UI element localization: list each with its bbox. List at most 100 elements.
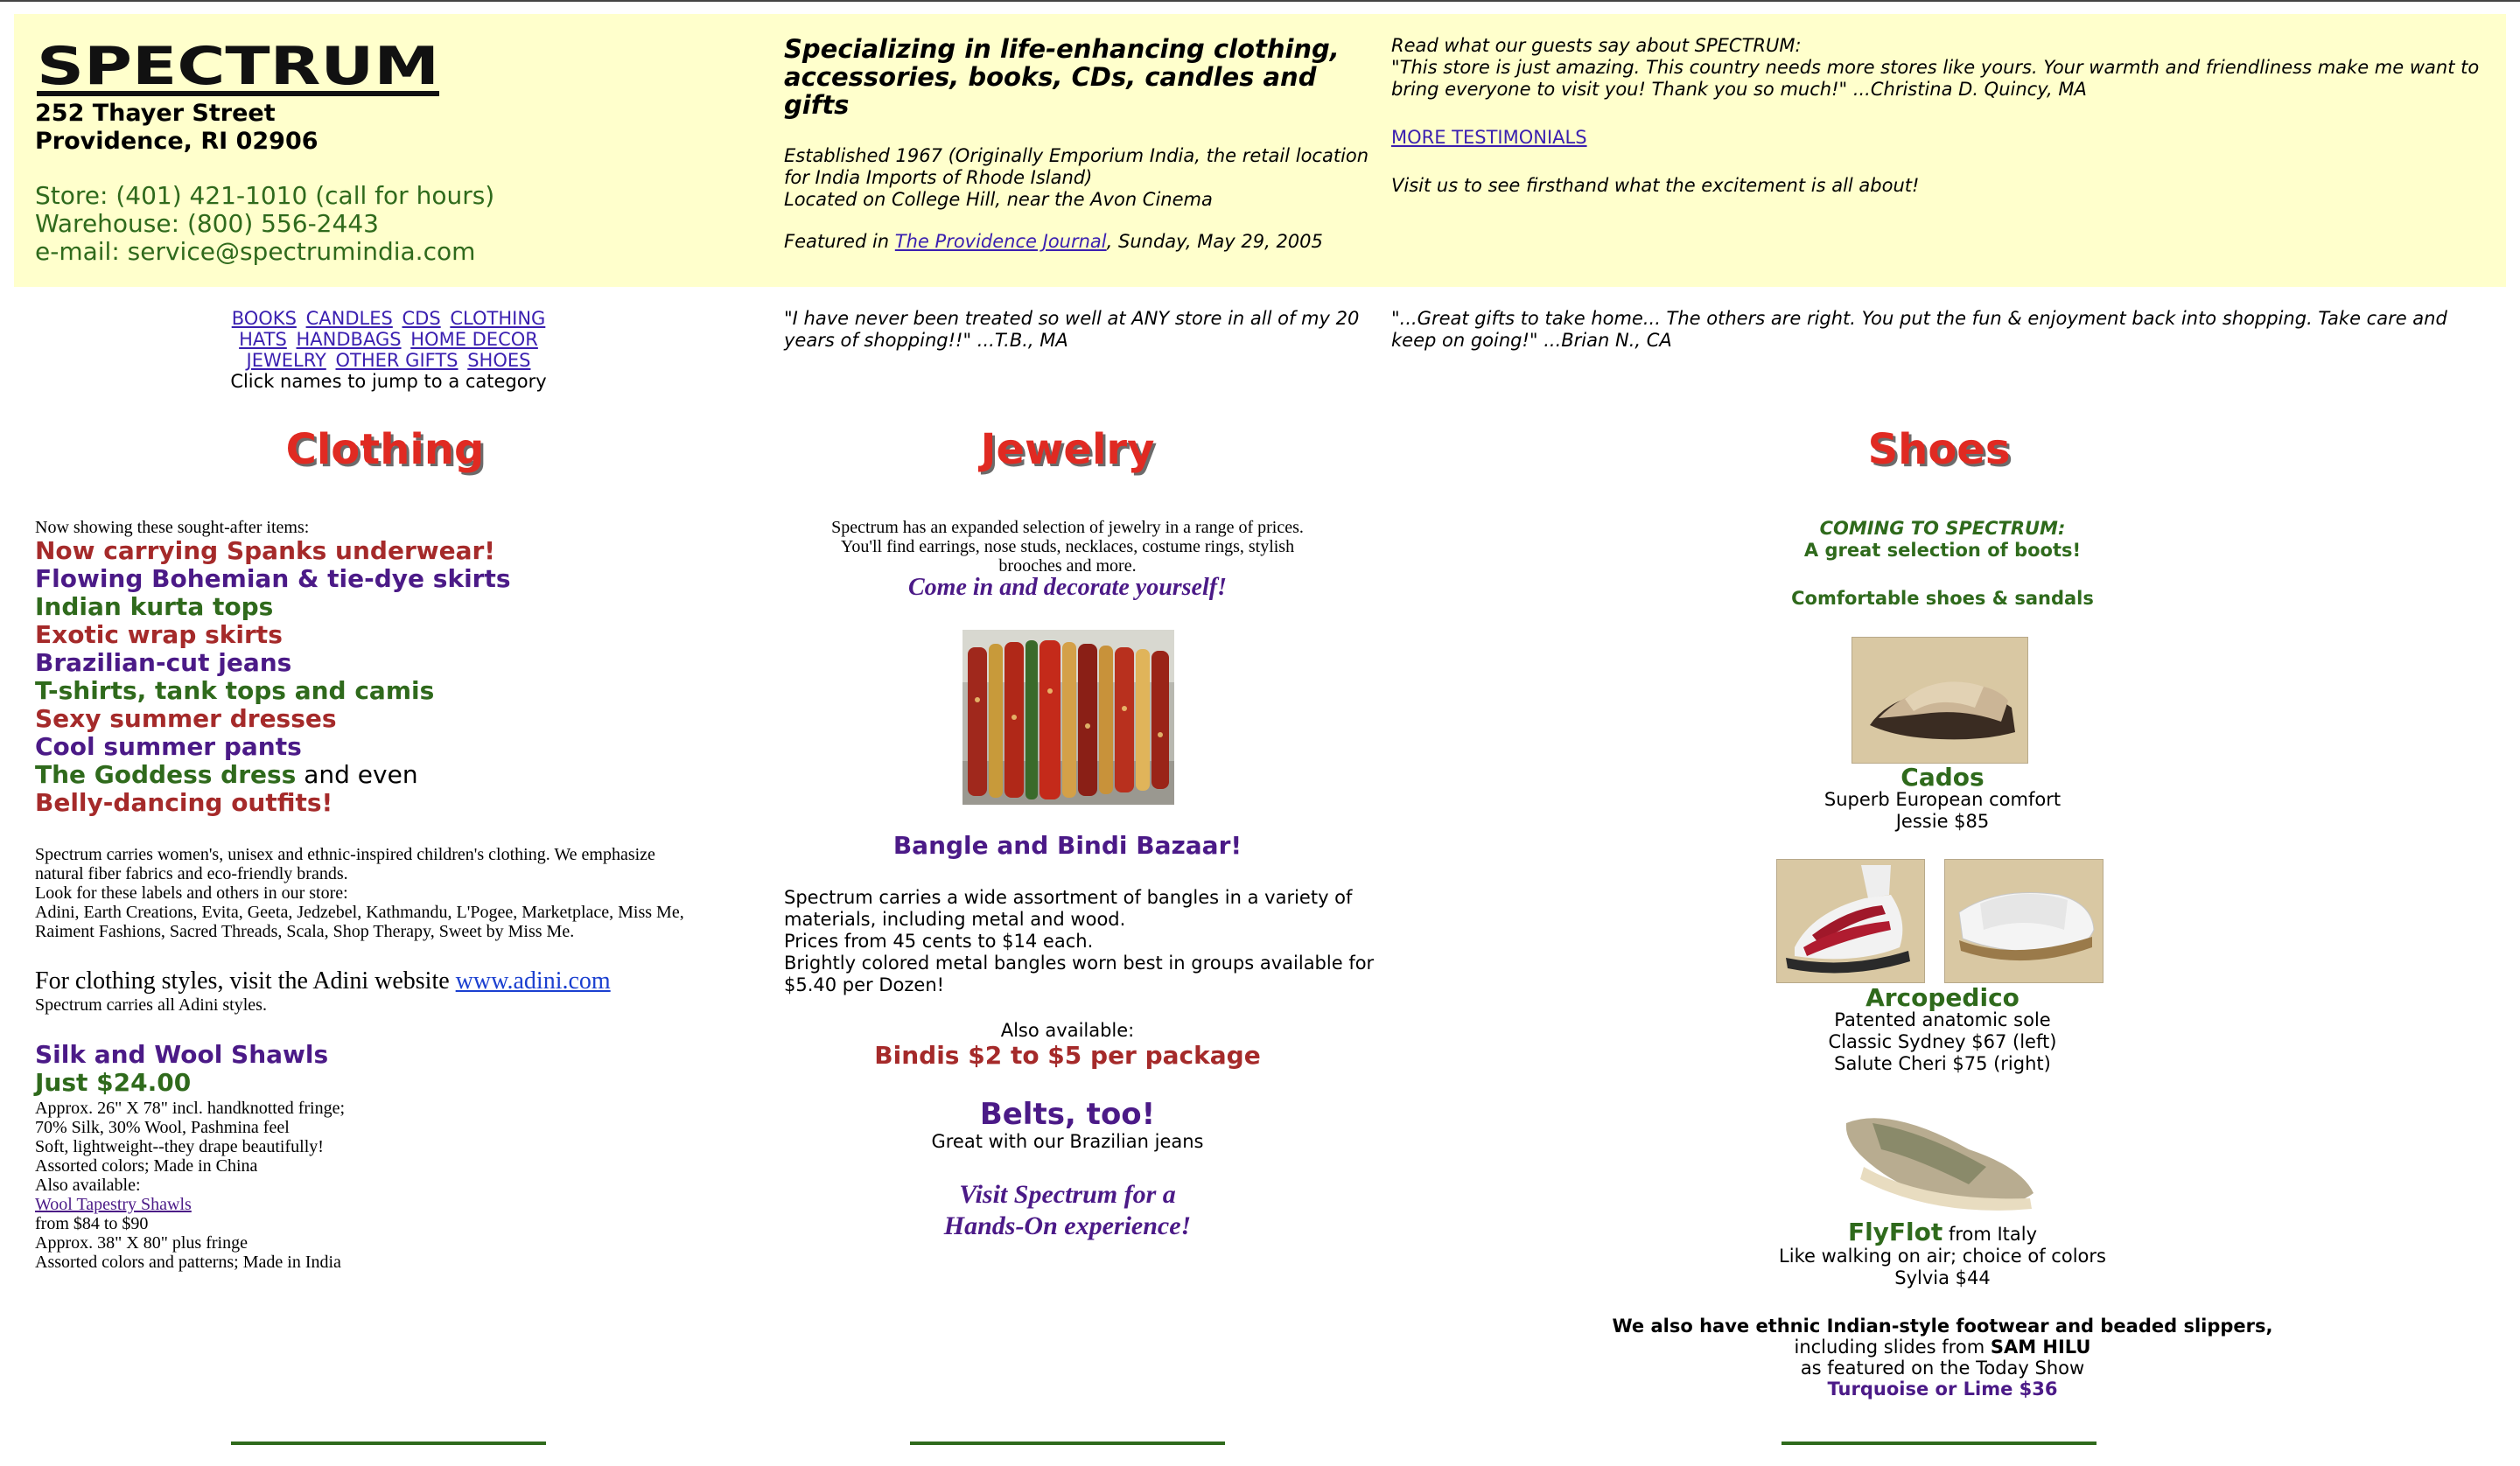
adini-prefix: For clothing styles, visit the Adini web… — [35, 967, 456, 995]
top-border — [0, 0, 2520, 2]
featured-prefix: Featured in — [784, 231, 895, 252]
ethnic-price: Turquoise or Lime $36 — [1827, 1379, 2058, 1400]
desc-line: Raiment Fashions, Sacred Threads, Scala,… — [35, 922, 575, 941]
desc-line: Spectrum carries a wide assortment of ba… — [784, 887, 1353, 908]
goddess-dress: The Goddess dress — [35, 760, 297, 789]
bangles-photo — [962, 630, 1174, 805]
bindis-price: Bindis $2 to $5 per package — [874, 1041, 1261, 1070]
address-street: 252 Thayer Street — [35, 100, 276, 127]
nav-books[interactable]: BOOKS — [232, 308, 297, 329]
quote-tb: "I have never been treated so well at AN… — [784, 308, 1360, 351]
shawl-title: Silk and Wool Shawls — [35, 1040, 329, 1069]
desc-line: Prices from 45 cents to $14 each. — [784, 931, 1094, 952]
come-in-text: Come in and decorate yourself! — [908, 574, 1227, 601]
arcopedico-name: Arcopedico — [1866, 983, 2020, 1012]
clothing-item: Belly-dancing outfits! — [35, 788, 333, 817]
cados-details: Superb European comfort Jessie $85 — [1715, 789, 2170, 833]
also-available-label: Also available: — [1000, 1020, 1135, 1041]
and-even-text: and even — [296, 760, 418, 789]
adini-subtext: Spectrum carries all Adini styles. — [35, 995, 267, 1015]
belts-heading: Belts, too! — [979, 1097, 1156, 1132]
clothing-item: Flowing Bohemian & tie-dye skirts — [35, 564, 511, 593]
visit-us-text: Visit us to see firsthand what the excit… — [1391, 175, 1920, 196]
nav-other-gifts[interactable]: OTHER GIFTS — [336, 350, 458, 371]
flyflot-title: FlyFlot from Italy — [1715, 1218, 2170, 1246]
jewelry-description: Spectrum has an expanded selection of je… — [805, 518, 1330, 576]
clothing-item: Brazilian-cut jeans — [35, 648, 292, 677]
flyflot-sandal-photo — [1838, 1097, 2040, 1218]
clothing-item: The Goddess dress and even — [35, 761, 511, 789]
nav-home-decor[interactable]: HOME DECOR — [410, 329, 538, 350]
nav-hint: Click names to jump to a category — [230, 371, 547, 392]
ethnic-footwear-info: We also have ethnic Indian-style footwea… — [1540, 1316, 2345, 1400]
sam-hilu-brand: SAM HILU — [1990, 1337, 2091, 1358]
shawl-heading: Silk and Wool Shawls Just $24.00 — [35, 1041, 328, 1097]
clothing-item: T-shirts, tank tops and camis — [35, 676, 435, 705]
more-testimonials-link[interactable]: MORE TESTIMONIALS — [1391, 127, 1587, 148]
jewelry-heading: Jewelry — [980, 425, 1155, 474]
established-info: Established 1967 (Originally Emporium In… — [784, 145, 1379, 211]
store-address: 252 Thayer Street Providence, RI 02906 — [35, 100, 318, 156]
shawl-line: Assorted colors; Made in China — [35, 1156, 258, 1176]
spectrum-logo: SPECTRUM — [37, 38, 439, 97]
divider-shoes — [1782, 1442, 2096, 1445]
ethnic-prefix: including slides from — [1794, 1337, 1991, 1358]
clothing-item-list: Now carrying Spanks underwear! Flowing B… — [35, 537, 511, 817]
nav-candles[interactable]: CANDLES — [306, 308, 393, 329]
coming-heading: COMING TO SPECTRUM: — [1819, 518, 2066, 539]
nav-clothing[interactable]: CLOTHING — [450, 308, 545, 329]
clothing-heading: Clothing — [285, 425, 485, 474]
clothing-item: Indian kurta tops — [35, 592, 274, 621]
clothing-item: Cool summer pants — [35, 732, 302, 761]
ethnic-line-3: as featured on the Today Show — [1800, 1358, 2085, 1379]
arcopedico-cheri-photo — [1944, 859, 2104, 983]
visit-spectrum-text: Visit Spectrum for a Hands-On experience… — [788, 1179, 1348, 1242]
providence-journal-link[interactable]: The Providence Journal — [895, 231, 1107, 252]
cados-sandal-photo — [1852, 637, 2028, 764]
boots-text: A great selection of boots! — [1803, 540, 2082, 561]
address-city: Providence, RI 02906 — [35, 128, 318, 155]
desc-line: You'll find earrings, nose studs, neckla… — [840, 537, 1295, 556]
flyflot-details: Like walking on air; choice of colors Sy… — [1715, 1246, 2170, 1289]
desc-line: Brightly colored metal bangles worn best… — [784, 953, 1375, 974]
nav-shoes[interactable]: SHOES — [467, 350, 530, 371]
testimonial-quote: "This store is just amazing. This countr… — [1391, 57, 2480, 100]
nav-hats[interactable]: HATS — [239, 329, 287, 350]
visit-line: Hands-On experience! — [943, 1211, 1192, 1240]
desc-line: Look for these labels and others in our … — [35, 883, 348, 903]
tapestry-line: Approx. 38" X 80" plus fringe — [35, 1233, 248, 1253]
nav-jewelry[interactable]: JEWELRY — [247, 350, 326, 371]
clothing-description: Spectrum carries women's, unisex and eth… — [35, 845, 752, 941]
page: SPECTRUM 252 Thayer Street Providence, R… — [0, 0, 2520, 1466]
location-line: Located on College Hill, near the Avon C… — [784, 189, 1213, 210]
header-testimonials: Read what our guests say about SPECTRUM:… — [1391, 35, 2494, 197]
cados-line: Superb European comfort — [1824, 789, 2062, 810]
shawl-line: 70% Silk, 30% Wool, Pashmina feel — [35, 1118, 290, 1137]
nav-handbags[interactable]: HANDBAGS — [297, 329, 402, 350]
fly-price: Sylvia $44 — [1894, 1267, 1991, 1288]
shawl-line: Soft, lightweight--they drape beautifull… — [35, 1137, 324, 1156]
bangle-description: Spectrum carries a wide assortment of ba… — [784, 887, 1379, 996]
desc-line: materials, including metal and wood. — [784, 909, 1126, 930]
warehouse-phone: Warehouse: (800) 556-2443 — [35, 209, 379, 238]
clothing-item: Sexy summer dresses — [35, 704, 337, 733]
established-line: Established 1967 (Originally Emporium In… — [784, 145, 1369, 166]
featured-line: Featured in The Providence Journal, Sund… — [784, 231, 1379, 252]
comfortable-shoes: Comfortable shoes & sandals — [1791, 588, 2094, 609]
desc-line: brooches and more. — [998, 556, 1137, 576]
adini-link[interactable]: www.adini.com — [456, 967, 611, 995]
flyflot-name: FlyFlot — [1847, 1218, 1943, 1246]
arcopedico-sydney-photo — [1776, 859, 1925, 983]
arc-line: Salute Cheri $75 (right) — [1834, 1053, 2051, 1074]
arc-line: Patented anatomic sole — [1834, 1009, 2051, 1030]
tapestry-line: Assorted colors and patterns; Made in In… — [35, 1253, 341, 1272]
contact-info: Store: (401) 421-1010 (call for hours) W… — [35, 182, 494, 266]
bangle-bazaar-heading: Bangle and Bindi Bazaar! — [892, 831, 1242, 860]
desc-line: Adini, Earth Creations, Evita, Geeta, Je… — [35, 903, 684, 922]
desc-line: Spectrum carries women's, unisex and eth… — [35, 845, 655, 864]
nav-cds[interactable]: CDS — [402, 308, 441, 329]
divider-jewelry — [910, 1442, 1225, 1445]
clothing-item: Now carrying Spanks underwear! — [35, 536, 496, 565]
shawl-price: Just $24.00 — [35, 1068, 192, 1097]
wool-tapestry-link[interactable]: Wool Tapestry Shawls — [35, 1195, 192, 1214]
